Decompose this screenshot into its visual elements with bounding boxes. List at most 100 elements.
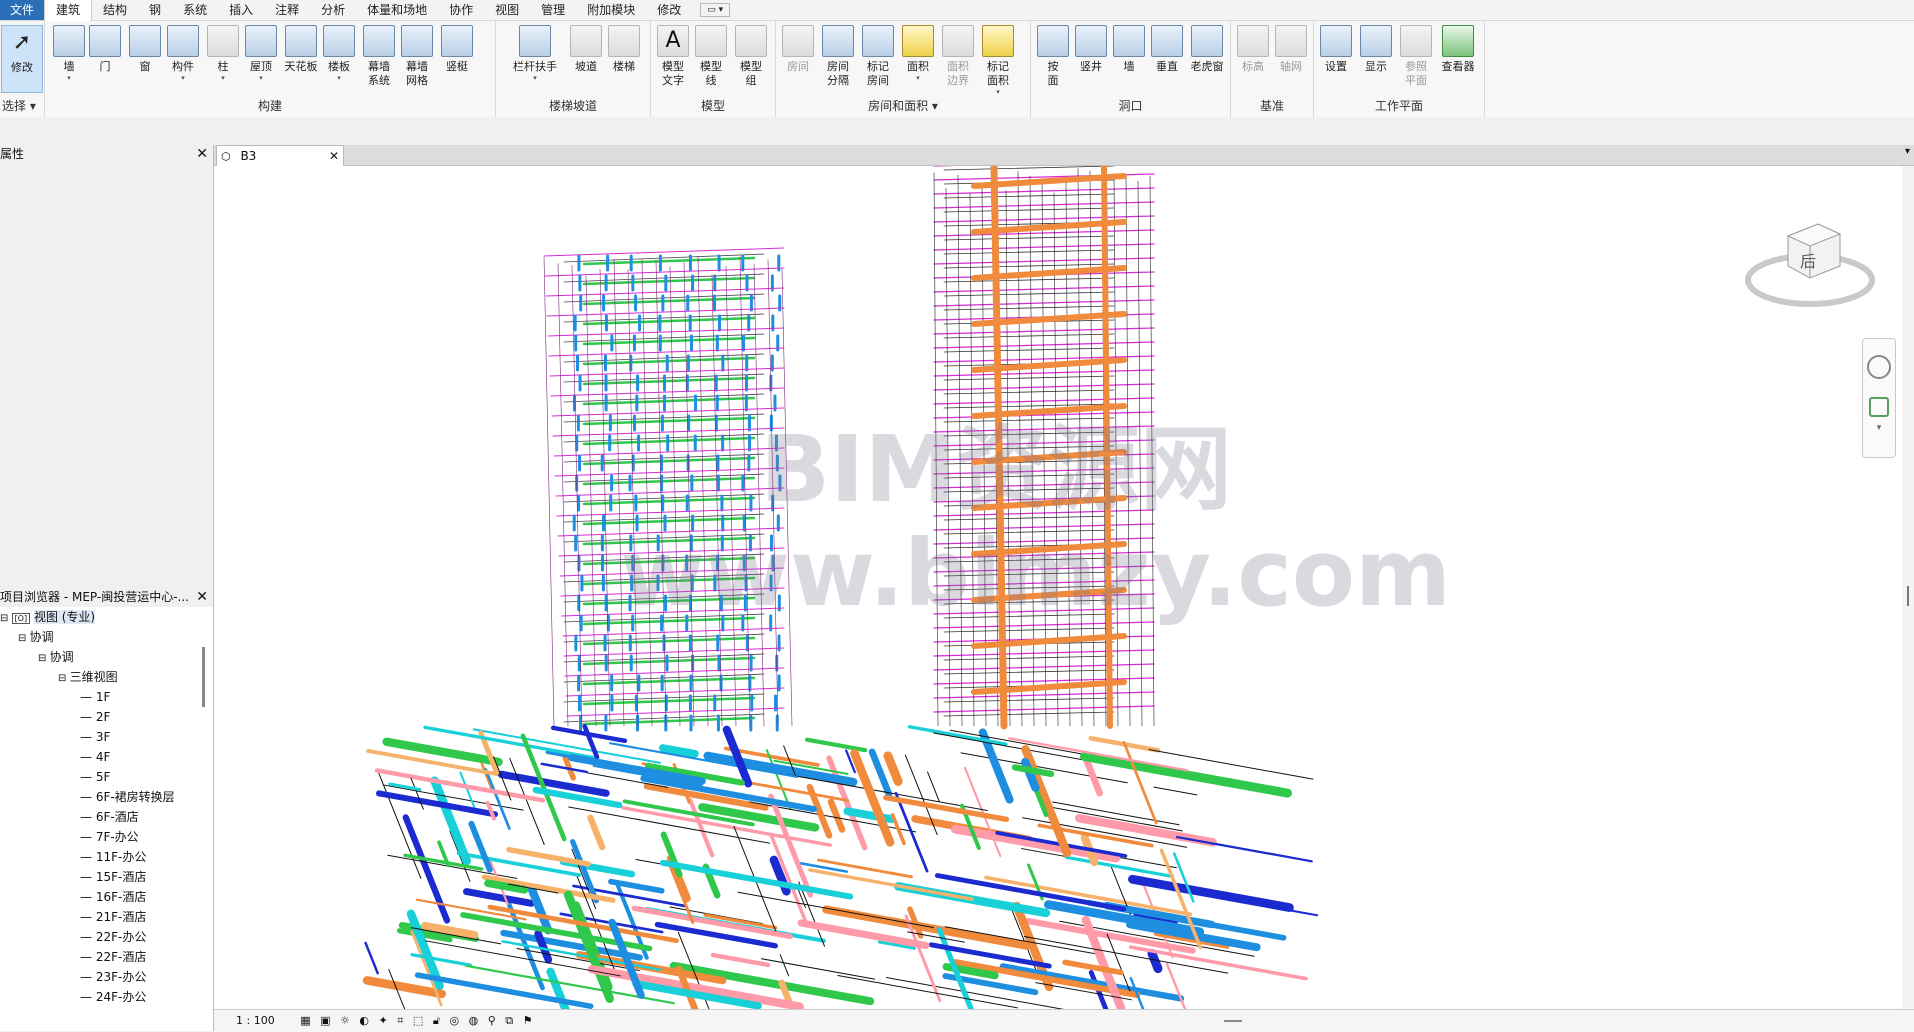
hscroll-indicator[interactable] — [1224, 1020, 1242, 1022]
file-menu[interactable]: 文件 — [0, 0, 45, 20]
roof-button[interactable]: 屋顶 ▾ — [241, 25, 281, 82]
curtain-grid-button[interactable]: 幕墙 网格 — [397, 25, 437, 88]
tab-insert[interactable]: 插入 — [218, 0, 264, 20]
mullion-button[interactable]: 竖梃 — [437, 25, 477, 74]
tab-systems[interactable]: 系统 — [172, 0, 218, 20]
render-icon[interactable]: ✦ — [379, 1014, 388, 1027]
steering-wheel-icon[interactable] — [1867, 355, 1891, 379]
model-group-button[interactable]: 模型 组 — [731, 25, 771, 88]
close-tab-icon[interactable]: ✕ — [329, 146, 339, 166]
reference-plane-button[interactable]: 参照 平面 — [1396, 25, 1436, 88]
sun-path-icon[interactable]: ☼ — [340, 1014, 350, 1027]
door-button[interactable]: 门 — [85, 25, 125, 74]
show-workplane-button[interactable]: 显示 — [1356, 25, 1396, 74]
tree-node-coordination-sub[interactable]: ⊟ 协调 — [38, 647, 74, 667]
area-boundary-button[interactable]: 面积 边界 — [938, 25, 978, 88]
visual-style-icon[interactable]: ▣ — [320, 1014, 330, 1027]
tab-overflow-icon[interactable]: ▾ — [1905, 146, 1910, 157]
railing-button[interactable]: 栏杆扶手 ▾ — [510, 25, 560, 82]
tree-view-item[interactable]: — 16F-酒店 — [80, 887, 146, 907]
tree-view-item[interactable]: — 4F — [80, 747, 110, 767]
quick-access-dropdown[interactable]: ▭ ▾ — [700, 3, 731, 17]
analysis-display-icon[interactable]: ⚲ — [488, 1014, 496, 1027]
view-vertical-scrollbar[interactable] — [1902, 166, 1914, 1009]
room-button[interactable]: 房间 — [778, 25, 818, 74]
level-button[interactable]: 标高 — [1233, 25, 1273, 74]
component-button[interactable]: 构件 ▾ — [163, 25, 203, 82]
ramp-button[interactable]: 坡道 — [566, 25, 606, 74]
tab-view[interactable]: 视图 — [484, 0, 530, 20]
tab-massing-site[interactable]: 体量和场地 — [356, 0, 438, 20]
tree-view-item[interactable]: — 6F-酒店 — [80, 807, 139, 827]
window-button[interactable]: 窗 — [125, 25, 165, 74]
by-face-button[interactable]: 按 面 — [1033, 25, 1073, 88]
dormer-button[interactable]: 老虎窗 — [1187, 25, 1227, 74]
tree-node-3d-views[interactable]: ⊟ 三维视图 — [58, 667, 118, 687]
close-properties-icon[interactable]: ✕ — [196, 145, 208, 163]
tree-view-item[interactable]: — 23F-办公 — [80, 967, 146, 987]
tree-view-item[interactable]: — 15F-酒店 — [80, 867, 146, 887]
viewcube-face-label[interactable]: 后 — [1800, 248, 1816, 272]
tree-view-item[interactable]: — 1F — [80, 687, 110, 707]
tab-annotate[interactable]: 注释 — [264, 0, 310, 20]
tree-view-item[interactable]: — 3F — [80, 727, 110, 747]
stair-button[interactable]: 楼梯 — [604, 25, 644, 74]
highlight-displacement-icon[interactable]: ⧉ — [505, 1014, 513, 1027]
set-workplane-button[interactable]: 设置 — [1316, 25, 1356, 74]
room-area-dropdown[interactable]: 房间和面积 ▾ — [776, 97, 1030, 114]
zoom-icon[interactable] — [1869, 397, 1889, 417]
detail-level-icon[interactable]: ▦ — [300, 1014, 310, 1027]
select-dropdown[interactable]: 选择 ▾ — [0, 97, 44, 114]
vertical-button[interactable]: 垂直 — [1147, 25, 1187, 74]
shadows-icon[interactable]: ◐ — [359, 1014, 369, 1027]
wall-opening-button[interactable]: 墙 — [1109, 25, 1149, 74]
tab-addins[interactable]: 附加模块 — [576, 0, 646, 20]
shaft-button[interactable]: 竖井 — [1071, 25, 1111, 74]
tab-steel[interactable]: 钢 — [138, 0, 172, 20]
tab-structure[interactable]: 结构 — [92, 0, 138, 20]
tree-view-item[interactable]: — 5F — [80, 767, 110, 787]
tree-view-item[interactable]: — 2F — [80, 707, 110, 727]
close-browser-icon[interactable]: ✕ — [196, 588, 208, 606]
temp-hide-icon[interactable]: ◎ — [449, 1014, 459, 1027]
model-line-button[interactable]: 模型 线 — [691, 25, 731, 88]
ceiling-button[interactable]: 天花板 — [281, 25, 321, 74]
tab-manage[interactable]: 管理 — [530, 0, 576, 20]
tree-view-item[interactable]: — 24F-办公 — [80, 987, 146, 1007]
tree-view-item[interactable]: — 21F-酒店 — [80, 907, 146, 927]
tree-scrollbar[interactable] — [202, 647, 205, 707]
model-text-button[interactable]: A 模型 文字 — [653, 25, 693, 88]
modify-button[interactable]: ➚ 修改 — [1, 25, 43, 93]
floor-button[interactable]: 楼板 ▾ — [319, 25, 359, 82]
view-scale[interactable]: 1 : 100 — [236, 1014, 275, 1027]
show-crop-icon[interactable]: ⬚ — [413, 1014, 423, 1027]
view-cube[interactable]: 后 — [1740, 218, 1880, 328]
tab-collaborate[interactable]: 协作 — [438, 0, 484, 20]
view-scroll-thumb[interactable] — [1907, 586, 1909, 606]
tag-room-button[interactable]: 标记 房间 — [858, 25, 898, 88]
tab-architecture[interactable]: 建筑 — [44, 0, 93, 21]
grid-button[interactable]: 轴网 — [1271, 25, 1311, 74]
room-separator-button[interactable]: 房间 分隔 — [818, 25, 858, 88]
tree-node-coordination[interactable]: ⊟ 协调 — [18, 627, 54, 647]
tree-view-item[interactable]: — 22F-办公 — [80, 927, 146, 947]
nav-dropdown-icon[interactable]: ▾ — [1863, 423, 1895, 433]
crop-icon[interactable]: ⌗ — [397, 1014, 403, 1027]
tree-view-item[interactable]: — 6F-裙房转换层 — [80, 787, 175, 807]
tag-area-button[interactable]: 标记 面积 ▾ — [978, 25, 1018, 96]
tree-view-item[interactable]: — 7F-办公 — [80, 827, 139, 847]
view-tab-b3[interactable]: ⬡ B3 ✕ — [216, 145, 344, 166]
tree-node-views[interactable]: ⊟ [O] 视图 (专业) — [0, 607, 96, 627]
reveal-hidden-icon[interactable]: ◍ — [469, 1014, 479, 1027]
curtain-system-button[interactable]: 幕墙 系统 — [359, 25, 399, 88]
reveal-constraints-icon[interactable]: ⚑ — [523, 1014, 533, 1027]
viewer-button[interactable]: 查看器 — [1436, 25, 1480, 74]
tree-view-item[interactable]: — 11F-办公 — [80, 847, 146, 867]
tab-modify[interactable]: 修改 — [646, 0, 692, 20]
tree-view-item[interactable]: — 22F-酒店 — [80, 947, 146, 967]
wall-button[interactable]: 墙 ▾ — [49, 25, 89, 82]
column-button[interactable]: 柱 ▾ — [203, 25, 243, 82]
unlock-3d-icon[interactable]: 🔓︎ — [433, 1014, 440, 1027]
area-button[interactable]: 面积 ▾ — [898, 25, 938, 82]
tab-analyze[interactable]: 分析 — [310, 0, 356, 20]
